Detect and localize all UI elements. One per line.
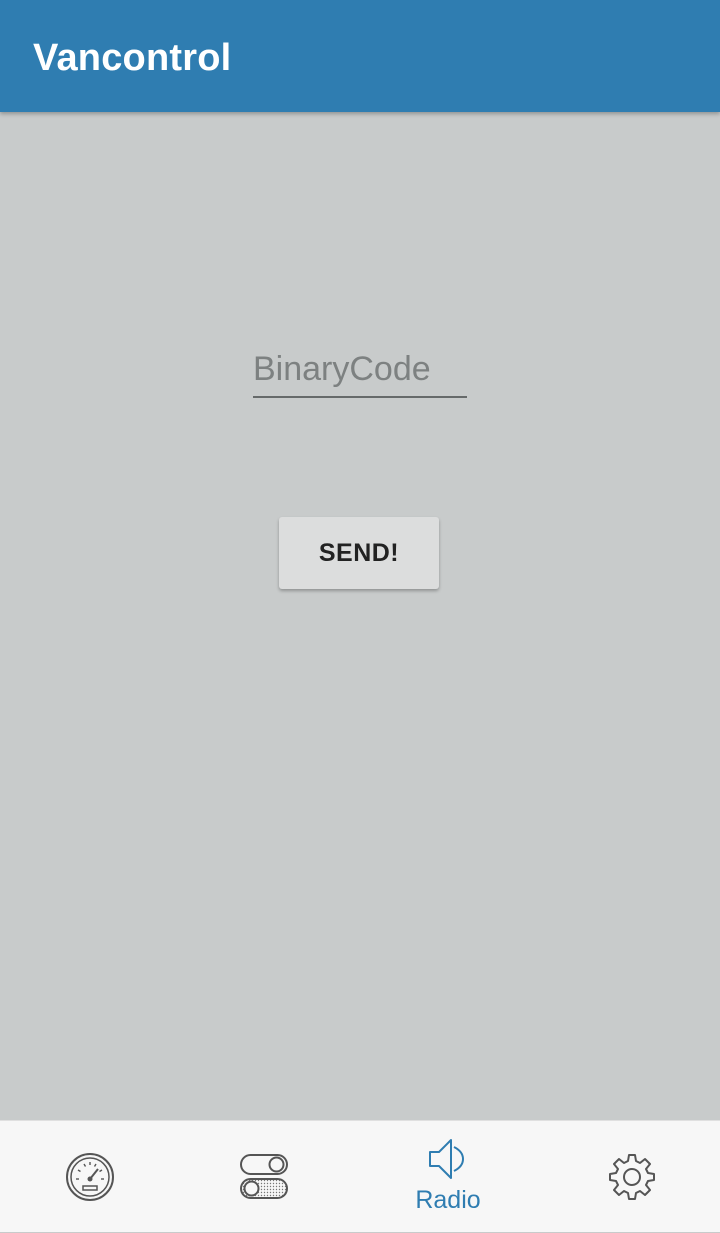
- send-button[interactable]: SEND!: [279, 517, 439, 589]
- nav-item-radio[interactable]: Radio: [358, 1121, 538, 1233]
- gear-icon: [609, 1154, 655, 1200]
- speaker-icon: [429, 1139, 464, 1179]
- bottom-navigation: Radio: [0, 1120, 720, 1232]
- nav-item-settings[interactable]: [542, 1121, 720, 1233]
- nav-item-switches[interactable]: [174, 1121, 354, 1233]
- app-bar: Vancontrol: [0, 0, 720, 112]
- toggle-switches-icon: [240, 1154, 288, 1199]
- app-title: Vancontrol: [33, 37, 232, 79]
- main-content: SEND!: [0, 112, 720, 1120]
- nav-label-radio: Radio: [415, 1186, 481, 1214]
- binary-code-input[interactable]: [253, 342, 467, 398]
- nav-item-dashboard[interactable]: [0, 1121, 180, 1233]
- binary-code-field-wrapper: [253, 342, 467, 400]
- speedometer-icon: [66, 1153, 114, 1201]
